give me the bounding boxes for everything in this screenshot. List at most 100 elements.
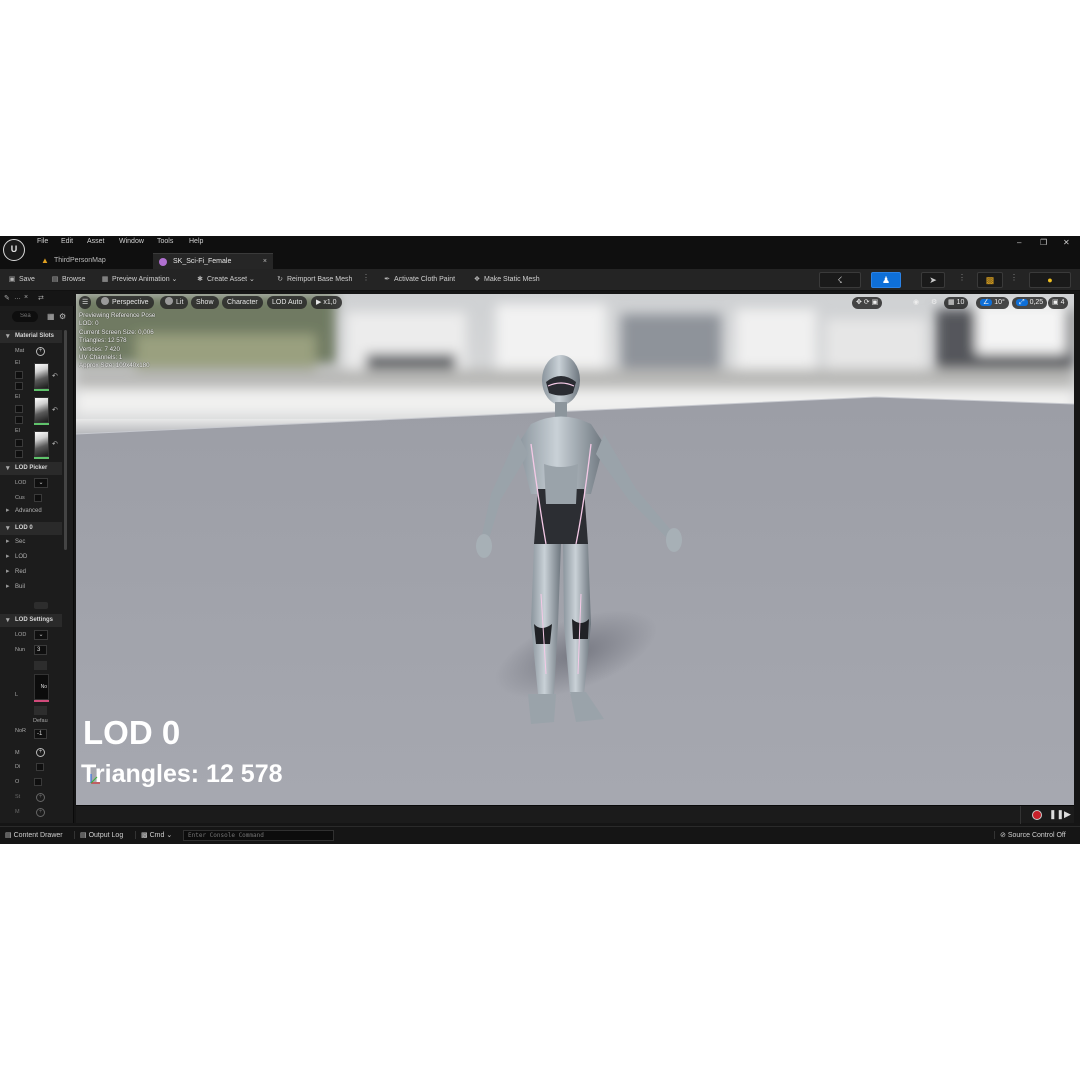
close-tab-icon[interactable]: × bbox=[263, 254, 267, 270]
material-thumbnail[interactable] bbox=[34, 363, 49, 389]
build-row[interactable]: Buil bbox=[0, 581, 62, 593]
add-icon[interactable]: + bbox=[36, 748, 45, 757]
menu-edit[interactable]: Edit bbox=[61, 238, 73, 245]
source-control-button[interactable]: ⊘ Source Control Off bbox=[994, 831, 1066, 839]
skeleton-mode-button[interactable]: ☇ bbox=[819, 272, 861, 288]
browse-button[interactable] bbox=[34, 706, 47, 715]
make-static-mesh-button[interactable]: ❖ Make Static Mesh bbox=[472, 273, 540, 287]
advanced-row[interactable]: Advanced bbox=[0, 505, 62, 517]
checkbox[interactable] bbox=[15, 450, 23, 458]
reset-icon[interactable]: ↶ bbox=[52, 372, 58, 380]
preview-animation-dropdown[interactable]: ▦ Preview Animation ⌄ bbox=[100, 273, 178, 287]
menu-file[interactable]: File bbox=[37, 238, 48, 245]
lod-settings-thumbnail[interactable]: No bbox=[34, 674, 49, 700]
nor-field[interactable]: -1 bbox=[34, 729, 47, 739]
perspective-button[interactable]: Perspective bbox=[96, 296, 154, 309]
reset-icon[interactable]: ↶ bbox=[52, 440, 58, 448]
mesh-icon: ♟ bbox=[881, 275, 891, 285]
close-window-icon[interactable]: ✕ bbox=[1063, 238, 1070, 247]
camera-speed-button[interactable]: ▣ 4 bbox=[1048, 297, 1069, 309]
close-icon[interactable]: × bbox=[24, 294, 28, 301]
record-icon[interactable] bbox=[1032, 810, 1042, 820]
physics-icon: ● bbox=[1047, 275, 1053, 285]
custom-checkbox[interactable] bbox=[34, 494, 42, 502]
add-material-icon[interactable]: + bbox=[36, 347, 45, 356]
lod-auto-button[interactable]: LOD Auto bbox=[267, 296, 308, 309]
lod-overlay-title: LOD 0 bbox=[83, 714, 181, 751]
lod-info-row[interactable]: LOD bbox=[0, 551, 62, 563]
more-options-icon[interactable]: ⋮ bbox=[958, 273, 966, 282]
save-button[interactable]: ▣ Save bbox=[7, 273, 35, 287]
details-tab-icon[interactable]: ✎ bbox=[4, 294, 10, 302]
menu-tools[interactable]: Tools bbox=[157, 238, 173, 245]
blueprint-mode-button[interactable]: ▩ bbox=[977, 272, 1003, 288]
details-panel: ✎ … × ⇄ ⚲ ▦ ⚙ Material Slots Mat + El ↶ … bbox=[0, 292, 74, 823]
menu-window[interactable]: Window bbox=[119, 238, 144, 245]
menu-asset[interactable]: Asset bbox=[87, 238, 105, 245]
create-asset-dropdown[interactable]: ✱ Create Asset ⌄ bbox=[195, 273, 255, 287]
transform-tools[interactable]: ✥ ⟳ ▣ bbox=[852, 297, 883, 309]
rotation-snap-button[interactable]: ∠ 10° bbox=[976, 297, 1009, 309]
preview-viewport[interactable]: ☰ Perspective Lit Show Character LOD Aut… bbox=[76, 294, 1074, 805]
asset-details-tab-icon[interactable]: ⇄ bbox=[38, 294, 44, 302]
lod-combo[interactable]: ⌄ bbox=[34, 478, 48, 488]
lit-button[interactable]: Lit bbox=[160, 296, 189, 309]
animation-mode-button[interactable]: ➤ bbox=[921, 272, 945, 288]
gear-icon[interactable]: ⚙ bbox=[59, 312, 66, 321]
apply-button[interactable] bbox=[34, 602, 48, 609]
material-thumbnail[interactable] bbox=[34, 397, 49, 423]
minimize-icon[interactable]: – bbox=[1017, 238, 1021, 247]
world-local-icon[interactable]: ⚙ bbox=[931, 297, 937, 309]
browse-button[interactable]: ▤ Browse bbox=[50, 273, 86, 287]
reset-icon[interactable]: ↶ bbox=[52, 406, 58, 414]
playback-speed-button[interactable]: ▶ x1,0 bbox=[311, 296, 342, 309]
checkbox[interactable] bbox=[15, 405, 23, 413]
unreal-logo-icon[interactable]: U bbox=[3, 239, 25, 261]
checkbox[interactable] bbox=[15, 416, 23, 424]
o-checkbox[interactable] bbox=[34, 778, 42, 786]
material-slots-header[interactable]: Material Slots bbox=[0, 330, 62, 343]
console-command-input[interactable] bbox=[183, 830, 334, 841]
restore-icon[interactable]: ❐ bbox=[1040, 238, 1047, 247]
output-log-button[interactable]: ▤ Output Log bbox=[74, 831, 123, 839]
number-of-lods-field[interactable]: 3 bbox=[34, 645, 47, 655]
material-thumbnail[interactable] bbox=[34, 431, 49, 457]
viewport-menu-button[interactable]: ☰ bbox=[79, 296, 92, 309]
physics-mode-button[interactable]: ● bbox=[1029, 272, 1071, 288]
menu-help[interactable]: Help bbox=[189, 238, 203, 245]
tab-skeletal-mesh[interactable]: SK_Sci-Fi_Female × bbox=[153, 253, 273, 269]
checkbox[interactable] bbox=[15, 371, 23, 379]
sections-row[interactable]: Sec bbox=[0, 536, 62, 548]
more-options-icon[interactable]: ⋮ bbox=[1010, 273, 1018, 282]
details-search-input[interactable] bbox=[12, 311, 38, 322]
reduction-row[interactable]: Red bbox=[0, 566, 62, 578]
more-options-icon[interactable]: ⋮ bbox=[362, 273, 370, 282]
blueprint-icon: ▩ bbox=[985, 275, 995, 285]
grid-snap-button[interactable]: ▦ 10 bbox=[944, 297, 969, 309]
lod-group-combo[interactable]: ⌄ bbox=[34, 630, 48, 640]
content-drawer-button[interactable]: ▤ Content Drawer bbox=[5, 831, 63, 839]
table-view-icon[interactable]: ▦ bbox=[47, 312, 55, 321]
checkbox[interactable] bbox=[15, 439, 23, 447]
cmd-dropdown[interactable]: ▩ Cmd ⌄ bbox=[135, 831, 172, 839]
reimport-base-mesh-button[interactable]: ↻ Reimport Base Mesh bbox=[275, 273, 352, 287]
character-button[interactable]: Character bbox=[222, 296, 263, 309]
surface-snap-icon[interactable]: ◉ bbox=[913, 297, 919, 309]
details-tab[interactable]: … bbox=[14, 294, 21, 301]
step-forward-icon[interactable]: ▶ bbox=[1064, 809, 1071, 820]
activate-cloth-paint-button[interactable]: ✒ Activate Cloth Paint bbox=[382, 273, 455, 287]
details-scrollbar[interactable] bbox=[64, 330, 67, 550]
brush-icon: ✒ bbox=[384, 276, 390, 283]
show-button[interactable]: Show bbox=[191, 296, 219, 309]
checkbox[interactable] bbox=[15, 382, 23, 390]
pause-icon[interactable]: ❚❚ bbox=[1049, 809, 1064, 820]
lod-settings-header[interactable]: LOD Settings bbox=[0, 614, 62, 627]
apply-changes-button[interactable] bbox=[34, 661, 47, 670]
lod-picker-header[interactable]: LOD Picker bbox=[0, 462, 62, 475]
di-checkbox[interactable] bbox=[36, 763, 44, 771]
lod0-header[interactable]: LOD 0 bbox=[0, 522, 62, 535]
mesh-mode-button[interactable]: ♟ bbox=[871, 272, 901, 288]
scale-snap-button[interactable]: ⤢ 0,25 bbox=[1012, 297, 1048, 309]
save-icon: ▣ bbox=[8, 276, 16, 283]
tab-third-person-map[interactable]: ▲ ThirdPersonMap bbox=[38, 253, 148, 269]
